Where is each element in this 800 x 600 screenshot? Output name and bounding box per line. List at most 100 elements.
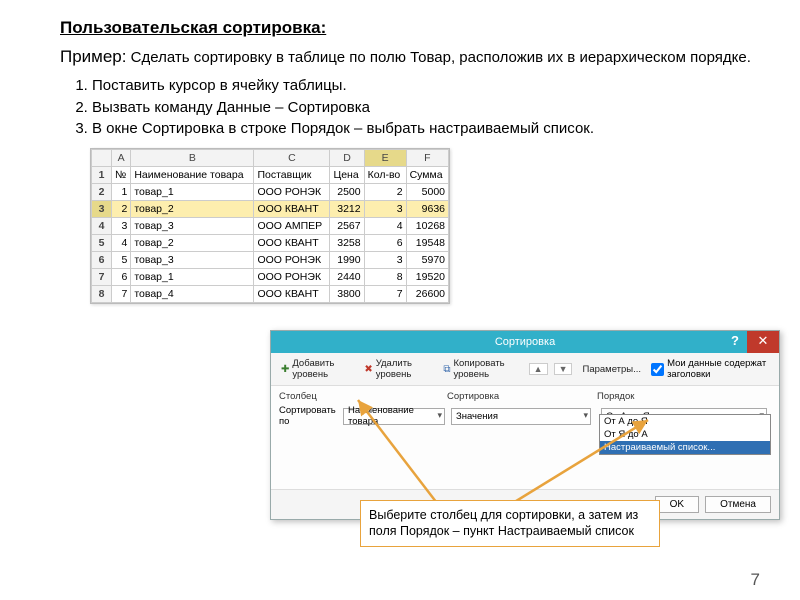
cell[interactable]: 3 [364,252,406,269]
col-header[interactable]: E [364,150,406,167]
headers-checkbox-input[interactable] [651,363,664,376]
cell[interactable]: ООО КВАНТ [254,201,330,218]
cell[interactable]: 5970 [406,252,448,269]
cell[interactable]: 3 [364,201,406,218]
cell[interactable]: 4 [364,218,406,235]
delete-level-button[interactable]: ✖ Удалить уровень [360,357,433,381]
cell[interactable]: 19520 [406,269,448,286]
plus-icon: ✚ [281,364,289,375]
dialog-titlebar[interactable]: Сортировка ? ✕ [271,331,779,353]
cell[interactable]: 7 [112,286,131,303]
sort-dialog: Сортировка ? ✕ ✚ Добавить уровень ✖ Удал… [270,330,780,520]
cell[interactable]: 10268 [406,218,448,235]
col-header[interactable]: C [254,150,330,167]
headers-checkbox-label: Мои данные содержат заголовки [667,358,773,380]
row-header[interactable]: 7 [92,269,112,286]
dropdown-option[interactable]: От А до Я [600,415,770,428]
cell[interactable]: товар_1 [131,269,254,286]
cell[interactable]: ООО КВАНТ [254,235,330,252]
step-item: Поставить курсор в ячейку таблицы. [92,75,760,97]
move-up-button[interactable]: ▲ [529,363,548,375]
cell[interactable]: Наименование товара [131,167,254,184]
col-header[interactable]: A [112,150,131,167]
cell[interactable]: 26600 [406,286,448,303]
cell[interactable]: 2567 [330,218,364,235]
cell[interactable]: товар_3 [131,218,254,235]
cell[interactable]: товар_2 [131,235,254,252]
cell[interactable]: 1 [112,184,131,201]
cell[interactable]: товар_3 [131,252,254,269]
dropdown-option[interactable]: Настраиваемый список... [600,441,770,454]
copy-icon: ⧉ [443,364,450,375]
cell[interactable]: ООО АМПЕР [254,218,330,235]
cell[interactable]: Кол-во [364,167,406,184]
col-sort-label: Сортировка [447,391,597,402]
column-header-row: A B C D E F [92,150,449,167]
table-row: 8 7 товар_4 ООО КВАНТ 3800 7 26600 [92,286,449,303]
col-header[interactable]: B [131,150,254,167]
row-header[interactable]: 5 [92,235,112,252]
cell[interactable]: 8 [364,269,406,286]
cell[interactable]: Цена [330,167,364,184]
cell[interactable]: 3800 [330,286,364,303]
spreadsheet: A B C D E F 1 № Наименование товара Пост… [90,148,450,304]
cell[interactable]: 2440 [330,269,364,286]
row-header[interactable]: 3 [92,201,112,218]
cell[interactable]: 2500 [330,184,364,201]
add-level-button[interactable]: ✚ Добавить уровень [277,357,354,381]
cell[interactable]: товар_1 [131,184,254,201]
sort-column-dropdown[interactable]: Наименование товара [343,408,445,425]
row-header[interactable]: 8 [92,286,112,303]
cell[interactable]: № [112,167,131,184]
params-label: Параметры... [582,364,641,375]
section-title: Пользовательская сортировка: [60,18,760,38]
cell[interactable]: ООО РОНЭК [254,269,330,286]
cell[interactable]: 2 [364,184,406,201]
cell[interactable]: Сумма [406,167,448,184]
cell[interactable]: 1990 [330,252,364,269]
cell[interactable]: 4 [112,235,131,252]
cell[interactable]: ООО КВАНТ [254,286,330,303]
cell[interactable]: 5000 [406,184,448,201]
cell[interactable]: товар_2 [131,201,254,218]
dialog-toolbar: ✚ Добавить уровень ✖ Удалить уровень ⧉ К… [271,353,779,386]
move-down-button[interactable]: ▼ [554,363,573,375]
page-number: 7 [751,570,760,590]
cell[interactable]: 6 [112,269,131,286]
params-button[interactable]: Параметры... [578,363,645,376]
copy-level-label: Копировать уровень [453,358,518,380]
col-header[interactable]: D [330,150,364,167]
sort-on-dropdown[interactable]: Значения [451,408,591,425]
headers-checkbox[interactable]: Мои данные содержат заголовки [651,358,773,380]
row-header[interactable]: 4 [92,218,112,235]
cell[interactable]: Поставщик [254,167,330,184]
ok-button[interactable]: OK [655,496,699,513]
cell[interactable]: 3258 [330,235,364,252]
help-icon[interactable]: ? [723,331,747,353]
sort-by-label: Сортировать по [279,405,339,427]
example-label: Пример: [60,47,127,66]
col-column-label: Столбец [279,391,447,402]
close-icon[interactable]: ✕ [747,331,779,353]
cell[interactable]: ООО РОНЭК [254,252,330,269]
cell[interactable]: ООО РОНЭК [254,184,330,201]
dropdown-option[interactable]: От Я до А [600,428,770,441]
row-header[interactable]: 2 [92,184,112,201]
col-header[interactable]: F [406,150,448,167]
row-header[interactable]: 1 [92,167,112,184]
cell[interactable]: товар_4 [131,286,254,303]
cell[interactable]: 5 [112,252,131,269]
cell[interactable]: 7 [364,286,406,303]
cell[interactable]: 19548 [406,235,448,252]
cell[interactable]: 3 [112,218,131,235]
cell[interactable]: 2 [112,201,131,218]
table-row: 2 1 товар_1 ООО РОНЭК 2500 2 5000 [92,184,449,201]
cell[interactable]: 6 [364,235,406,252]
cancel-button[interactable]: Отмена [705,496,771,513]
cell[interactable]: 3212 [330,201,364,218]
row-header[interactable]: 6 [92,252,112,269]
table-row: 3 2 товар_2 ООО КВАНТ 3212 3 9636 [92,201,449,218]
cell[interactable]: 9636 [406,201,448,218]
copy-level-button[interactable]: ⧉ Копировать уровень [439,357,522,381]
dialog-title: Сортировка [495,336,555,348]
